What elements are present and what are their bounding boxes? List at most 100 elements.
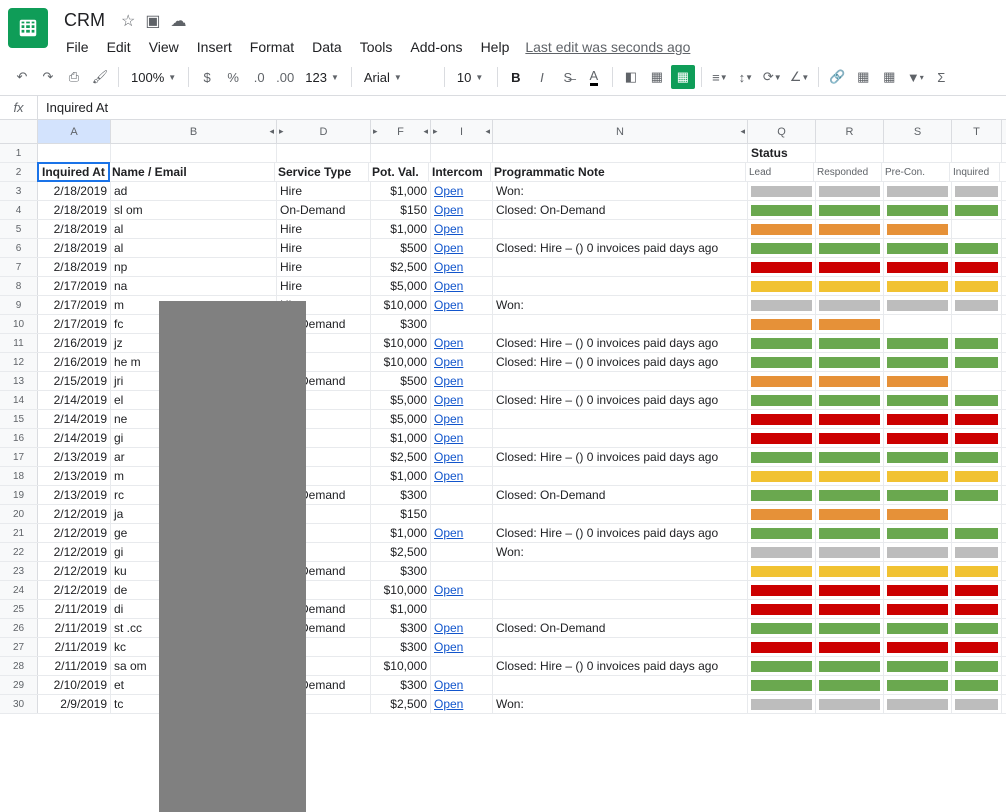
row-header-18[interactable]: 18 — [0, 467, 38, 485]
cell-26-T[interactable] — [952, 619, 1002, 637]
cell-2-N[interactable]: Programmatic Note — [491, 163, 746, 181]
cell-15-S[interactable] — [884, 410, 952, 428]
fill-color-icon[interactable]: ◧ — [619, 65, 643, 89]
cell-25-I[interactable] — [431, 600, 493, 618]
cell-29-Q[interactable] — [748, 676, 816, 694]
cell-14-F[interactable]: $5,000 — [371, 391, 431, 409]
row-header-7[interactable]: 7 — [0, 258, 38, 276]
cell-24-Q[interactable] — [748, 581, 816, 599]
cell-3-T[interactable] — [952, 182, 1002, 200]
cell-1-N[interactable] — [493, 144, 748, 162]
paint-format-icon[interactable]: 🖌 — [88, 65, 112, 89]
cell-11-Q[interactable] — [748, 334, 816, 352]
cell-10-F[interactable]: $300 — [371, 315, 431, 333]
cell-25-S[interactable] — [884, 600, 952, 618]
cell-26-N[interactable]: Closed: On-Demand — [493, 619, 748, 637]
col-header-A[interactable]: A — [38, 120, 111, 143]
cell-2-A[interactable]: Inquired At — [37, 162, 110, 182]
cell-6-R[interactable] — [816, 239, 884, 257]
cell-4-F[interactable]: $150 — [371, 201, 431, 219]
cell-7-N[interactable] — [493, 258, 748, 276]
cell-23-S[interactable] — [884, 562, 952, 580]
cell-8-D[interactable]: Hire — [277, 277, 371, 295]
cell-15-Q[interactable] — [748, 410, 816, 428]
cell-29-S[interactable] — [884, 676, 952, 694]
col-header-N[interactable]: N◂ — [493, 120, 748, 143]
cell-24-A[interactable]: 2/12/2019 — [38, 581, 111, 599]
row-header-21[interactable]: 21 — [0, 524, 38, 542]
cell-19-N[interactable]: Closed: On-Demand — [493, 486, 748, 504]
cell-4-R[interactable] — [816, 201, 884, 219]
text-color-icon[interactable]: A — [582, 65, 606, 89]
zoom-select[interactable]: 100%▼ — [125, 65, 182, 89]
filter-icon[interactable]: ▼▾ — [903, 65, 927, 89]
redo-icon[interactable]: ↷ — [36, 65, 60, 89]
formula-input[interactable]: Inquired At — [38, 100, 116, 115]
cell-8-F[interactable]: $5,000 — [371, 277, 431, 295]
cell-16-A[interactable]: 2/14/2019 — [38, 429, 111, 447]
cell-17-Q[interactable] — [748, 448, 816, 466]
format-select[interactable]: 123▼ — [299, 65, 345, 89]
cell-11-A[interactable]: 2/16/2019 — [38, 334, 111, 352]
cell-12-A[interactable]: 2/16/2019 — [38, 353, 111, 371]
cell-1-B[interactable] — [111, 144, 277, 162]
cell-2-R[interactable]: Responded — [814, 163, 882, 181]
cell-10-I[interactable] — [431, 315, 493, 333]
cell-13-T[interactable] — [952, 372, 1002, 390]
row-header-4[interactable]: 4 — [0, 201, 38, 219]
cell-12-N[interactable]: Closed: Hire – () 0 invoices paid days a… — [493, 353, 748, 371]
cell-18-F[interactable]: $1,000 — [371, 467, 431, 485]
cell-28-R[interactable] — [816, 657, 884, 675]
row-header-17[interactable]: 17 — [0, 448, 38, 466]
cell-25-Q[interactable] — [748, 600, 816, 618]
cell-30-A[interactable]: 2/9/2019 — [38, 695, 111, 713]
doc-title[interactable]: CRM — [58, 8, 111, 33]
row-header-5[interactable]: 5 — [0, 220, 38, 238]
row-header-13[interactable]: 13 — [0, 372, 38, 390]
cell-1-F[interactable] — [371, 144, 431, 162]
cell-27-I[interactable]: Open — [431, 638, 493, 656]
strikethrough-icon[interactable]: S̶ — [556, 65, 580, 89]
cell-3-Q[interactable] — [748, 182, 816, 200]
cell-5-T[interactable] — [952, 220, 1002, 238]
cell-28-Q[interactable] — [748, 657, 816, 675]
cell-8-Q[interactable] — [748, 277, 816, 295]
cell-30-I[interactable]: Open — [431, 695, 493, 713]
cell-2-D[interactable]: Service Type — [275, 163, 369, 181]
cell-10-N[interactable] — [493, 315, 748, 333]
menu-addons[interactable]: Add-ons — [402, 35, 470, 59]
row-header-27[interactable]: 27 — [0, 638, 38, 656]
cell-25-R[interactable] — [816, 600, 884, 618]
cell-6-B[interactable]: al — [111, 239, 277, 257]
cell-16-I[interactable]: Open — [431, 429, 493, 447]
cell-5-I[interactable]: Open — [431, 220, 493, 238]
cell-27-T[interactable] — [952, 638, 1002, 656]
cell-7-A[interactable]: 2/18/2019 — [38, 258, 111, 276]
cell-21-S[interactable] — [884, 524, 952, 542]
cell-7-F[interactable]: $2,500 — [371, 258, 431, 276]
cell-18-S[interactable] — [884, 467, 952, 485]
cell-1-A[interactable] — [38, 144, 111, 162]
cell-6-N[interactable]: Closed: Hire – () 0 invoices paid days a… — [493, 239, 748, 257]
cell-11-R[interactable] — [816, 334, 884, 352]
cell-6-S[interactable] — [884, 239, 952, 257]
cell-6-F[interactable]: $500 — [371, 239, 431, 257]
cell-21-R[interactable] — [816, 524, 884, 542]
cell-24-T[interactable] — [952, 581, 1002, 599]
cell-4-Q[interactable] — [748, 201, 816, 219]
cell-8-T[interactable] — [952, 277, 1002, 295]
cell-10-R[interactable] — [816, 315, 884, 333]
valign-icon[interactable]: ↕▼ — [734, 65, 758, 89]
cell-14-A[interactable]: 2/14/2019 — [38, 391, 111, 409]
cell-23-A[interactable]: 2/12/2019 — [38, 562, 111, 580]
row-header-28[interactable]: 28 — [0, 657, 38, 675]
cell-29-N[interactable] — [493, 676, 748, 694]
bold-icon[interactable]: B — [504, 65, 528, 89]
cell-12-S[interactable] — [884, 353, 952, 371]
menu-view[interactable]: View — [141, 35, 187, 59]
cell-16-Q[interactable] — [748, 429, 816, 447]
cell-18-T[interactable] — [952, 467, 1002, 485]
cell-19-T[interactable] — [952, 486, 1002, 504]
row-header-6[interactable]: 6 — [0, 239, 38, 257]
cell-23-N[interactable] — [493, 562, 748, 580]
